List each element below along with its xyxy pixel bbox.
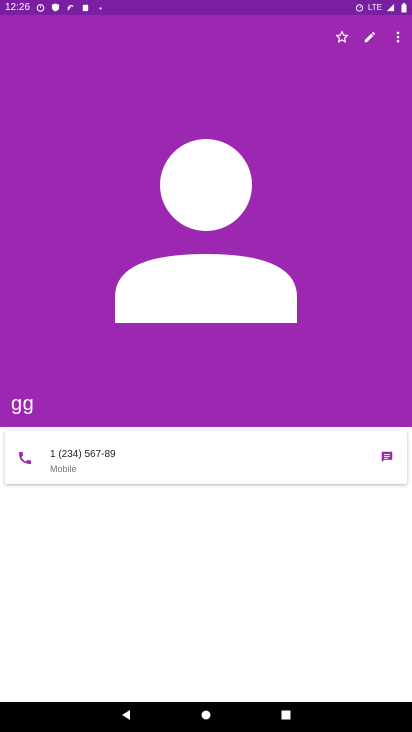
- shield-icon: [51, 3, 60, 12]
- phone-icon[interactable]: [17, 450, 33, 466]
- dot-icon: [96, 3, 105, 12]
- recents-button[interactable]: [276, 707, 296, 727]
- phone-type-label: Mobile: [50, 464, 77, 474]
- contact-avatar: [113, 137, 299, 323]
- signal-icon: [386, 3, 395, 12]
- back-button[interactable]: [116, 707, 136, 727]
- star-icon: [335, 30, 349, 49]
- notification-icon: [81, 3, 90, 12]
- favorite-button[interactable]: [328, 27, 356, 51]
- home-button[interactable]: [196, 707, 216, 727]
- more-options-button[interactable]: [384, 27, 412, 51]
- status-left-icons: [36, 3, 105, 12]
- navigation-bar: [0, 702, 412, 732]
- recents-icon: [280, 708, 292, 726]
- edit-button[interactable]: [356, 27, 384, 51]
- phone-number: 1 (234) 567-89: [50, 449, 116, 460]
- status-bar: 12:26 LTE: [0, 0, 412, 15]
- back-icon: [120, 708, 132, 726]
- message-icon: [380, 450, 394, 469]
- contact-header: gg: [0, 15, 412, 427]
- alarm-icon: [355, 3, 364, 12]
- battery-icon: [399, 2, 408, 12]
- person-icon: [113, 139, 299, 327]
- sync-icon: [66, 3, 75, 12]
- status-time: 12:26: [5, 2, 31, 13]
- phone-entry-card[interactable]: 1 (234) 567-89 Mobile: [5, 431, 407, 484]
- timer-icon: [36, 3, 45, 12]
- network-type: LTE: [367, 3, 382, 12]
- contact-name: gg: [11, 393, 35, 415]
- home-icon: [200, 708, 212, 726]
- edit-icon: [363, 30, 377, 49]
- action-bar: [328, 27, 412, 51]
- send-message-button[interactable]: [377, 449, 397, 469]
- more-vert-icon: [391, 30, 405, 49]
- status-right-icons: LTE: [355, 2, 408, 12]
